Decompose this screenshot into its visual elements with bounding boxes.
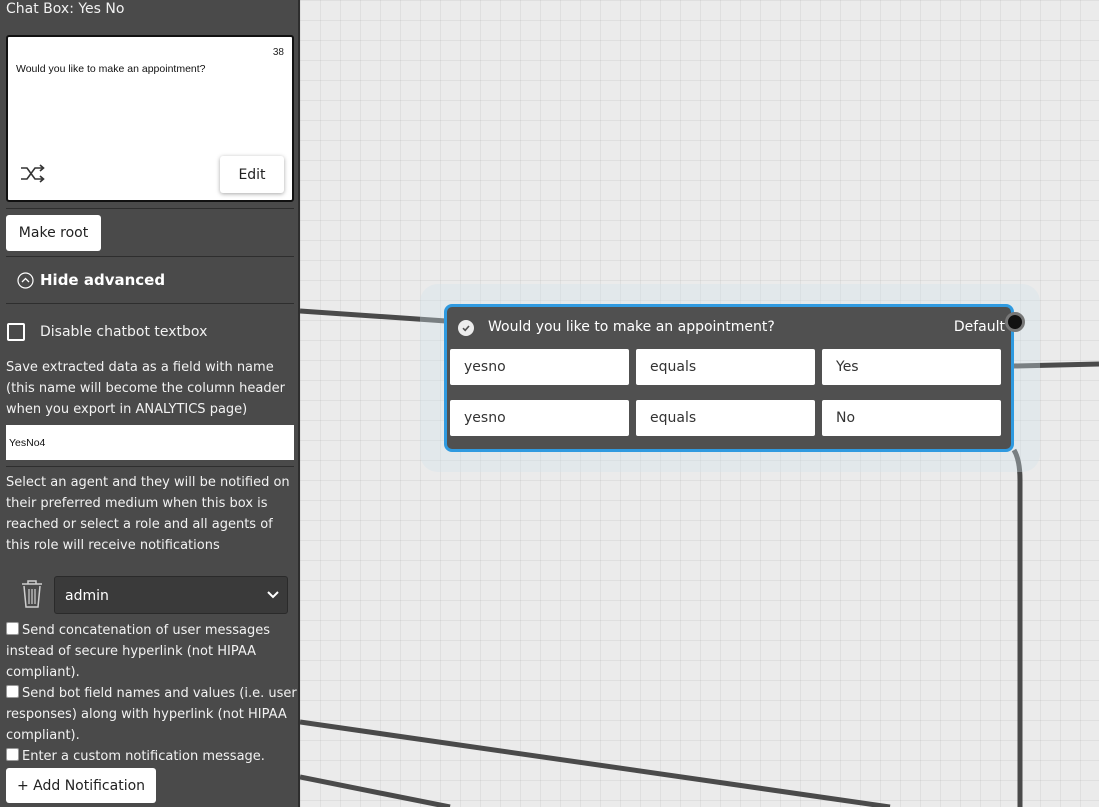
disable-textbox-option[interactable]: Disable chatbot textbox: [7, 323, 207, 341]
shuffle-icon[interactable]: [20, 164, 46, 184]
hide-advanced-label: Hide advanced: [40, 271, 166, 289]
node-header[interactable]: Would you like to make an appointment? D…: [447, 307, 1025, 347]
disable-textbox-label: Disable chatbot textbox: [40, 324, 208, 340]
node-title: Would you like to make an appointment?: [488, 319, 775, 335]
option-label: Send bot field names and values (i.e. us…: [6, 686, 297, 743]
edit-button[interactable]: Edit: [220, 156, 284, 193]
sidebar-title: Chat Box: Yes No: [6, 1, 125, 17]
divider: [6, 303, 294, 304]
add-notification-button[interactable]: + Add Notification: [6, 768, 156, 803]
make-root-button[interactable]: Make root: [6, 215, 101, 251]
agent-help: Select an agent and they will be notifie…: [6, 475, 290, 553]
field-name-input[interactable]: [6, 425, 294, 460]
condition-value[interactable]: No: [822, 400, 1001, 436]
flow-canvas[interactable]: Would you like to make an appointment? D…: [300, 0, 1099, 807]
properties-sidebar: Chat Box: Yes No 38 Would you like to ma…: [0, 0, 300, 807]
condition-field[interactable]: yesno: [450, 400, 629, 436]
agent-select-value: admin: [65, 588, 109, 604]
divider: [6, 466, 294, 467]
disable-textbox-checkbox[interactable]: [7, 323, 25, 341]
save-field-help: Save extracted data as a field with name…: [6, 360, 285, 417]
condition-operator[interactable]: equals: [636, 400, 815, 436]
option-checkbox[interactable]: [6, 748, 19, 761]
option-checkbox[interactable]: [6, 685, 19, 698]
option-label: Enter a custom notification message.: [22, 749, 265, 764]
chevron-up-circle-icon: [17, 271, 34, 289]
hide-advanced-toggle[interactable]: Hide advanced: [17, 270, 165, 290]
preview-count: 38: [272, 47, 284, 58]
message-preview-card: 38 Would you like to make an appointment…: [6, 35, 294, 202]
option-checkbox[interactable]: [6, 622, 19, 635]
trash-icon[interactable]: [20, 579, 44, 609]
divider: [6, 208, 294, 209]
preview-message: Would you like to make an appointment?: [16, 63, 206, 75]
condition-operator[interactable]: equals: [636, 349, 815, 385]
condition-value[interactable]: Yes: [822, 349, 1001, 385]
chat-box-node[interactable]: Would you like to make an appointment? D…: [444, 304, 1025, 452]
divider: [6, 256, 294, 257]
option-custom-message[interactable]: Enter a custom notification message.: [6, 746, 298, 767]
connector-lower-2: [300, 774, 451, 807]
node-output-port[interactable]: [1005, 312, 1025, 332]
check-circle-icon: [458, 320, 474, 336]
condition-field[interactable]: yesno: [450, 349, 629, 385]
node-default-label: Default: [953, 319, 1005, 335]
option-send-concatenation[interactable]: Send concatenation of user messages inst…: [6, 620, 298, 683]
option-label: Send concatenation of user messages inst…: [6, 623, 271, 680]
option-send-field-names[interactable]: Send bot field names and values (i.e. us…: [6, 683, 298, 746]
chevron-down-icon: [267, 591, 279, 599]
connector-outgoing-down: [1011, 448, 1023, 807]
agent-select[interactable]: admin: [54, 576, 288, 614]
